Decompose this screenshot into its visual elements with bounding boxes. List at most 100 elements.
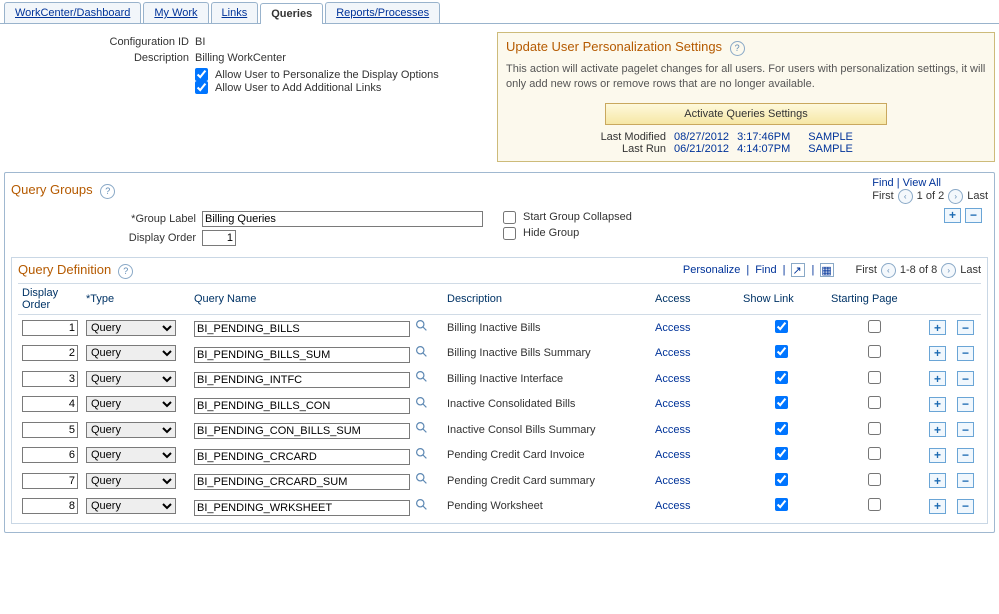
access-link[interactable]: Access (655, 449, 690, 461)
help-icon[interactable]: ? (118, 264, 133, 279)
display-order-input[interactable] (22, 447, 78, 463)
activate-button[interactable]: Activate Queries Settings (605, 103, 887, 125)
col-type[interactable]: *Type (82, 283, 190, 314)
tab-links[interactable]: Links (211, 2, 259, 23)
starting-page-checkbox[interactable] (868, 447, 881, 460)
add-row-button[interactable]: + (929, 397, 946, 412)
remove-row-button[interactable]: − (957, 473, 974, 488)
starting-page-checkbox[interactable] (868, 422, 881, 435)
tab-mywork[interactable]: My Work (143, 2, 208, 23)
query-name-input[interactable] (194, 321, 410, 337)
show-link-checkbox[interactable] (775, 422, 788, 435)
query-name-input[interactable] (194, 372, 410, 388)
show-link-checkbox[interactable] (775, 396, 788, 409)
display-order-input[interactable] (22, 371, 78, 387)
lookup-icon[interactable] (413, 420, 429, 436)
col-access[interactable]: Access (651, 283, 739, 314)
col-starting-page[interactable]: Starting Page (827, 283, 925, 314)
type-select[interactable]: Query (86, 498, 176, 514)
query-name-input[interactable] (194, 347, 410, 363)
add-row-button[interactable]: + (929, 422, 946, 437)
add-group-button[interactable]: + (944, 208, 961, 223)
access-link[interactable]: Access (655, 500, 690, 512)
col-query-name[interactable]: Query Name (190, 283, 443, 314)
next-icon[interactable]: › (941, 263, 956, 278)
allow-addlinks-checkbox[interactable] (195, 81, 208, 94)
zoom-icon[interactable]: ↗ (791, 263, 805, 277)
query-name-input[interactable] (194, 423, 410, 439)
start-collapsed-checkbox[interactable] (503, 211, 516, 224)
type-select[interactable]: Query (86, 422, 176, 438)
add-row-button[interactable]: + (929, 371, 946, 386)
lookup-icon[interactable] (413, 369, 429, 385)
last-label[interactable]: Last (960, 264, 981, 276)
add-row-button[interactable]: + (929, 473, 946, 488)
prev-icon[interactable]: ‹ (881, 263, 896, 278)
show-link-checkbox[interactable] (775, 447, 788, 460)
lookup-icon[interactable] (413, 343, 429, 359)
type-select[interactable]: Query (86, 396, 176, 412)
type-select[interactable]: Query (86, 320, 176, 336)
tab-workcenter[interactable]: WorkCenter/Dashboard (4, 2, 141, 23)
type-select[interactable]: Query (86, 447, 176, 463)
col-display-order[interactable]: Display Order (18, 283, 82, 314)
show-link-checkbox[interactable] (775, 320, 788, 333)
starting-page-checkbox[interactable] (868, 371, 881, 384)
personalize-link[interactable]: Personalize (683, 264, 740, 276)
lookup-icon[interactable] (413, 318, 429, 334)
display-order-input[interactable] (22, 320, 78, 336)
display-order-input[interactable] (202, 230, 236, 246)
help-icon[interactable]: ? (100, 184, 115, 199)
lookup-icon[interactable] (413, 471, 429, 487)
find-link[interactable]: Find (755, 264, 776, 276)
starting-page-checkbox[interactable] (868, 498, 881, 511)
add-row-button[interactable]: + (929, 448, 946, 463)
query-name-input[interactable] (194, 474, 410, 490)
type-select[interactable]: Query (86, 371, 176, 387)
allow-personalize-checkbox[interactable] (195, 68, 208, 81)
remove-group-button[interactable]: − (965, 208, 982, 223)
access-link[interactable]: Access (655, 347, 690, 359)
display-order-input[interactable] (22, 473, 78, 489)
col-description[interactable]: Description (443, 283, 651, 314)
first-label[interactable]: First (856, 264, 877, 276)
access-link[interactable]: Access (655, 475, 690, 487)
show-link-checkbox[interactable] (775, 371, 788, 384)
show-link-checkbox[interactable] (775, 498, 788, 511)
tab-reports[interactable]: Reports/Processes (325, 2, 440, 23)
type-select[interactable]: Query (86, 473, 176, 489)
prev-icon[interactable]: ‹ (898, 189, 913, 204)
tab-queries[interactable]: Queries (260, 3, 323, 24)
display-order-input[interactable] (22, 345, 78, 361)
query-name-input[interactable] (194, 500, 410, 516)
add-row-button[interactable]: + (929, 346, 946, 361)
group-label-input[interactable] (202, 211, 483, 227)
display-order-input[interactable] (22, 422, 78, 438)
query-name-input[interactable] (194, 398, 410, 414)
remove-row-button[interactable]: − (957, 371, 974, 386)
remove-row-button[interactable]: − (957, 397, 974, 412)
access-link[interactable]: Access (655, 373, 690, 385)
display-order-input[interactable] (22, 498, 78, 514)
remove-row-button[interactable]: − (957, 422, 974, 437)
access-link[interactable]: Access (655, 322, 690, 334)
query-name-input[interactable] (194, 449, 410, 465)
type-select[interactable]: Query (86, 345, 176, 361)
view-all-link[interactable]: View All (903, 177, 941, 189)
first-label[interactable]: First (872, 190, 893, 202)
starting-page-checkbox[interactable] (868, 396, 881, 409)
remove-row-button[interactable]: − (957, 448, 974, 463)
remove-row-button[interactable]: − (957, 499, 974, 514)
hide-group-checkbox[interactable] (503, 227, 516, 240)
starting-page-checkbox[interactable] (868, 473, 881, 486)
starting-page-checkbox[interactable] (868, 345, 881, 358)
add-row-button[interactable]: + (929, 320, 946, 335)
access-link[interactable]: Access (655, 424, 690, 436)
remove-row-button[interactable]: − (957, 320, 974, 335)
display-order-input[interactable] (22, 396, 78, 412)
help-icon[interactable]: ? (730, 41, 745, 56)
lookup-icon[interactable] (413, 496, 429, 512)
remove-row-button[interactable]: − (957, 346, 974, 361)
col-show-link[interactable]: Show Link (739, 283, 827, 314)
lookup-icon[interactable] (413, 394, 429, 410)
